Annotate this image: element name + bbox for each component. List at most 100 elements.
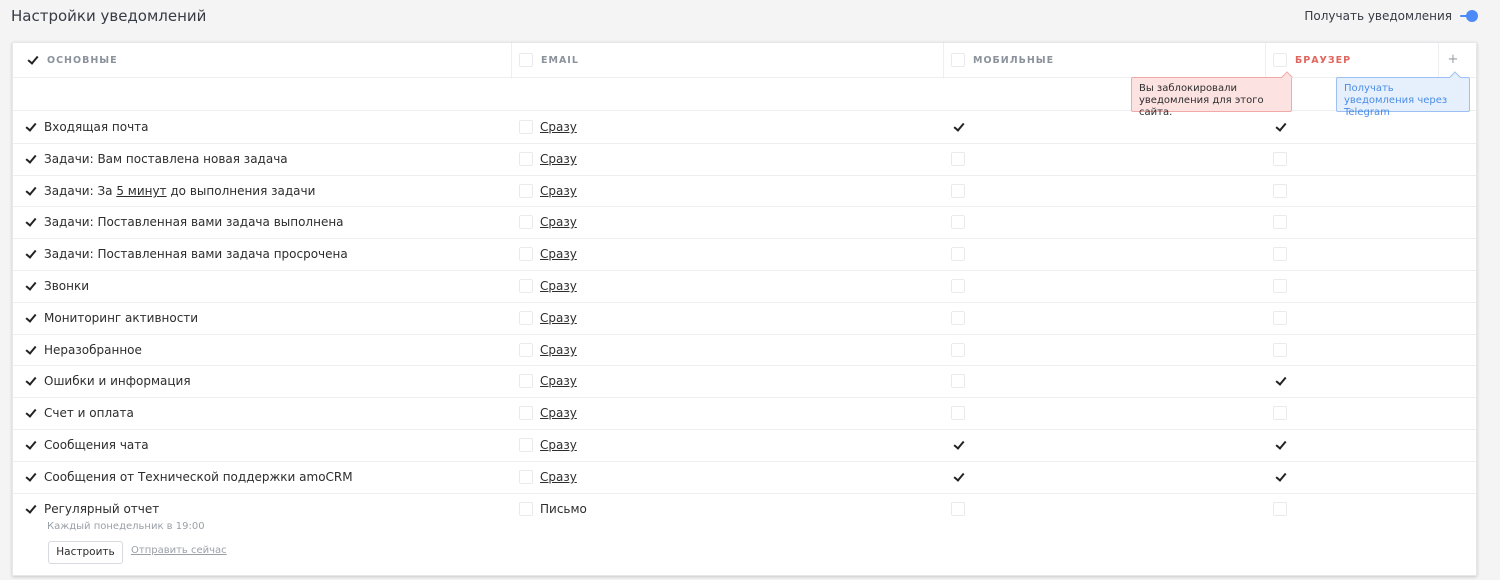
row-email-cell: Сразу <box>519 184 577 198</box>
row-email-frequency-link[interactable]: Сразу <box>540 184 577 198</box>
report-setup-button[interactable]: Настроить <box>48 541 123 564</box>
row-mobile-checkbox[interactable] <box>951 502 965 516</box>
row-enabled-checkbox[interactable] <box>23 406 37 420</box>
row-mobile-checkbox[interactable] <box>951 438 965 452</box>
row-mobile-checkbox[interactable] <box>951 184 965 198</box>
row-email-cell: Сразу <box>519 152 577 166</box>
add-channel-button[interactable]: + <box>1446 53 1460 67</box>
row-browser-checkbox[interactable] <box>1273 374 1287 388</box>
row-browser-checkbox[interactable] <box>1273 247 1287 261</box>
row-email-checkbox[interactable] <box>519 374 533 388</box>
row-email-checkbox[interactable] <box>519 279 533 293</box>
table-row: Регулярный отчет Каждый понедельник в 19:… <box>13 493 1476 532</box>
main-select-all-checkbox[interactable] <box>25 53 39 67</box>
row-email-frequency-link[interactable]: Сразу <box>540 247 577 261</box>
row-browser-checkbox[interactable] <box>1273 406 1287 420</box>
row-email-frequency-link[interactable]: Сразу <box>540 215 577 229</box>
row-enabled-checkbox[interactable] <box>23 470 37 484</box>
page-title: Настройки уведомлений <box>11 7 207 25</box>
row-email-frequency-link[interactable]: Сразу <box>540 374 577 388</box>
column-divider <box>943 43 944 77</box>
row-email-checkbox[interactable] <box>519 438 533 452</box>
row-name: Сообщения чата <box>23 438 149 452</box>
row-browser-checkbox[interactable] <box>1273 470 1287 484</box>
row-email-cell: Письмо <box>519 502 587 516</box>
row-email-checkbox[interactable] <box>519 470 533 484</box>
row-label: Сообщения от Технической поддержки amoCR… <box>44 470 353 484</box>
report-send-now-link[interactable]: Отправить сейчас <box>131 545 227 556</box>
row-email-cell: Сразу <box>519 247 577 261</box>
row-enabled-checkbox[interactable] <box>23 120 37 134</box>
row-name: Сообщения от Технической поддержки amoCR… <box>23 470 353 484</box>
row-browser-checkbox[interactable] <box>1273 215 1287 229</box>
row-name: Неразобранное <box>23 343 142 357</box>
notifications-toggle[interactable] <box>1460 9 1479 23</box>
row-browser-checkbox[interactable] <box>1273 152 1287 166</box>
row-mobile-checkbox[interactable] <box>951 279 965 293</box>
row-email-frequency-link[interactable]: Сразу <box>540 279 577 293</box>
row-email-checkbox[interactable] <box>519 184 533 198</box>
row-enabled-checkbox[interactable] <box>23 279 37 293</box>
row-email-frequency-link[interactable]: Сразу <box>540 406 577 420</box>
row-label: Сообщения чата <box>44 438 149 452</box>
row-name: Звонки <box>23 279 89 293</box>
row-email-frequency-link[interactable]: Сразу <box>540 470 577 484</box>
row-mobile-checkbox[interactable] <box>951 374 965 388</box>
row-enabled-checkbox[interactable] <box>23 184 37 198</box>
browser-select-all-checkbox[interactable] <box>1273 53 1287 67</box>
row-email-checkbox[interactable] <box>519 215 533 229</box>
row-enabled-checkbox[interactable] <box>23 502 37 516</box>
row-mobile-checkbox[interactable] <box>951 343 965 357</box>
table-row: Входящая почта Сразу <box>13 111 1476 143</box>
telegram-tooltip[interactable]: Получать уведомления через Telegram <box>1336 71 1470 118</box>
column-header-email-label: EMAIL <box>541 54 579 66</box>
row-browser-checkbox[interactable] <box>1273 120 1287 134</box>
row-mobile-checkbox[interactable] <box>951 152 965 166</box>
page-header: Настройки уведомлений Получать уведомлен… <box>0 0 1500 34</box>
row-browser-checkbox[interactable] <box>1273 279 1287 293</box>
row-email-checkbox[interactable] <box>519 247 533 261</box>
row-browser-checkbox[interactable] <box>1273 311 1287 325</box>
table-row: Сообщения чата Сразу <box>13 429 1476 461</box>
row-email-checkbox[interactable] <box>519 343 533 357</box>
row-browser-checkbox[interactable] <box>1273 343 1287 357</box>
row-label-pre: Задачи: За <box>44 184 117 198</box>
row-browser-checkbox[interactable] <box>1273 438 1287 452</box>
email-select-all-checkbox[interactable] <box>519 53 533 67</box>
table-row: Задачи: Поставленная вами задача просроч… <box>13 238 1476 270</box>
row-enabled-checkbox[interactable] <box>23 247 37 261</box>
row-mobile-checkbox[interactable] <box>951 470 965 484</box>
row-email-frequency-link[interactable]: Сразу <box>540 152 577 166</box>
row-browser-checkbox[interactable] <box>1273 184 1287 198</box>
row-email-cell: Сразу <box>519 120 577 134</box>
row-enabled-checkbox[interactable] <box>23 311 37 325</box>
row-enabled-checkbox[interactable] <box>23 374 37 388</box>
row-mobile-checkbox[interactable] <box>951 311 965 325</box>
row-mobile-checkbox[interactable] <box>951 215 965 229</box>
row-enabled-checkbox[interactable] <box>23 343 37 357</box>
toggle-knob <box>1466 10 1478 22</box>
row-enabled-checkbox[interactable] <box>23 438 37 452</box>
row-label: Звонки <box>44 279 89 293</box>
row-email-checkbox[interactable] <box>519 152 533 166</box>
row-email-frequency-link[interactable]: Сразу <box>540 438 577 452</box>
row-email-checkbox[interactable] <box>519 311 533 325</box>
row-browser-checkbox[interactable] <box>1273 502 1287 516</box>
row-label-time-link[interactable]: 5 минут <box>116 184 166 198</box>
mobile-select-all-checkbox[interactable] <box>951 53 965 67</box>
row-email-frequency-link[interactable]: Сразу <box>540 120 577 134</box>
row-mobile-checkbox[interactable] <box>951 120 965 134</box>
row-mobile-checkbox[interactable] <box>951 406 965 420</box>
row-email-checkbox[interactable] <box>519 120 533 134</box>
row-label: Задачи: Поставленная вами задача выполне… <box>44 215 344 229</box>
row-mobile-checkbox[interactable] <box>951 247 965 261</box>
row-label-post: до выполнения задачи <box>166 184 316 198</box>
row-enabled-checkbox[interactable] <box>23 215 37 229</box>
row-email-checkbox[interactable] <box>519 406 533 420</box>
row-email-frequency-link[interactable]: Сразу <box>540 343 577 357</box>
row-email-frequency-link[interactable]: Сразу <box>540 311 577 325</box>
row-enabled-checkbox[interactable] <box>23 152 37 166</box>
row-email-checkbox[interactable] <box>519 502 533 516</box>
row-email-frequency-link[interactable]: Письмо <box>540 502 587 516</box>
row-name: Задачи: За 5 минут до выполнения задачи <box>23 184 315 198</box>
